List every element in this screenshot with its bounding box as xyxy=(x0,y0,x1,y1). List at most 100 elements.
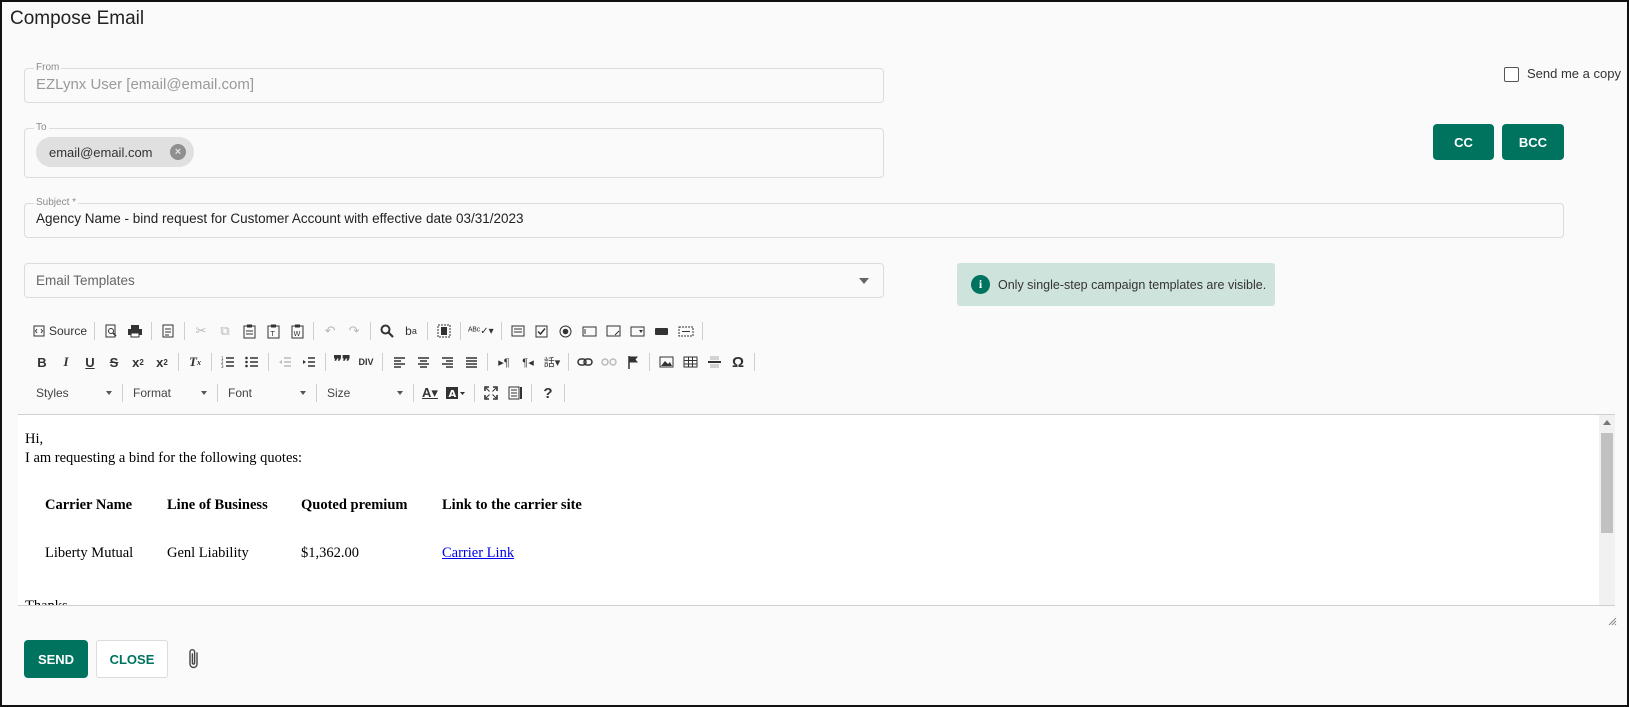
select-field-icon[interactable] xyxy=(626,319,650,343)
subject-field[interactable]: Subject * Agency Name - bind request for… xyxy=(24,196,1564,238)
cut-icon[interactable]: ✂ xyxy=(189,319,213,343)
table-icon[interactable] xyxy=(678,350,702,374)
redo-icon[interactable]: ↷ xyxy=(342,319,366,343)
horizontal-line-icon[interactable] xyxy=(702,350,726,374)
remove-format-icon[interactable]: Tx xyxy=(183,350,207,374)
form-icon[interactable] xyxy=(506,319,530,343)
indent-icon[interactable] xyxy=(297,350,321,374)
image-icon[interactable] xyxy=(654,350,678,374)
subject-value: Agency Name - bind request for Customer … xyxy=(36,211,524,226)
carrier-link[interactable]: Carrier Link xyxy=(442,545,514,562)
size-combo-label: Size xyxy=(327,386,351,400)
bulleted-list-icon[interactable] xyxy=(240,350,264,374)
info-icon: i xyxy=(971,275,990,294)
scroll-up-icon[interactable] xyxy=(1603,420,1611,425)
send-button[interactable]: SEND xyxy=(24,640,88,678)
strikethrough-icon[interactable]: S xyxy=(102,350,126,374)
justify-icon[interactable] xyxy=(459,350,483,374)
chevron-down-icon xyxy=(106,391,112,395)
format-combo[interactable]: Format xyxy=(127,382,213,404)
table-header: Line of Business xyxy=(167,497,268,513)
align-right-icon[interactable] xyxy=(435,350,459,374)
superscript-icon[interactable]: x2 xyxy=(150,350,174,374)
toolbar-separator xyxy=(413,384,414,402)
size-combo[interactable]: Size xyxy=(321,382,409,404)
spellcheck-icon[interactable]: ᴬᴮᶜ✓▾ xyxy=(465,319,497,343)
select-all-icon[interactable] xyxy=(432,319,456,343)
table-cell: Liberty Mutual xyxy=(45,545,134,561)
toolbar-separator xyxy=(649,353,650,371)
toolbar-separator xyxy=(122,384,123,402)
chevron-down-icon xyxy=(300,391,306,395)
templates-info-text: Only single-step campaign templates are … xyxy=(998,277,1267,292)
bcc-button[interactable]: BCC xyxy=(1502,124,1564,160)
toolbar-separator xyxy=(531,384,532,402)
editor-toolbar-row-3: Styles Format Font Size A▾ A ? xyxy=(30,380,569,406)
language-icon[interactable]: 話▾ xyxy=(540,350,564,374)
div-container-icon[interactable]: DIV xyxy=(354,350,378,374)
subscript-icon[interactable]: x2 xyxy=(126,350,150,374)
resize-grip-icon[interactable] xyxy=(1607,616,1617,626)
paste-word-icon[interactable]: W xyxy=(285,319,309,343)
to-field[interactable]: To email@email.com × xyxy=(24,121,884,178)
editor-toolbar-row-1: Source ✂ ⧉ T W ↶ ↷ ba ᴬᴮᶜ✓▾ xyxy=(30,318,707,344)
bold-icon[interactable]: B xyxy=(30,350,54,374)
align-center-icon[interactable] xyxy=(411,350,435,374)
special-character-icon[interactable]: Ω xyxy=(726,350,750,374)
copy-icon[interactable]: ⧉ xyxy=(213,319,237,343)
paste-icon[interactable] xyxy=(237,319,261,343)
find-icon[interactable] xyxy=(375,319,399,343)
editor-toolbar-row-2: B I U S x2 x2 Tx 123 ❞❞ DIV ▸¶ ¶◂ 話▾ Ω xyxy=(30,349,759,375)
toolbar-separator xyxy=(382,353,383,371)
from-field[interactable]: From EZLynx User [email@email.com] xyxy=(24,61,884,103)
cc-button[interactable]: CC xyxy=(1433,124,1494,160)
font-combo[interactable]: Font xyxy=(222,382,312,404)
help-icon[interactable]: ? xyxy=(536,381,560,405)
send-copy-checkbox[interactable] xyxy=(1504,67,1519,82)
italic-icon[interactable]: I xyxy=(54,350,78,374)
align-left-icon[interactable] xyxy=(387,350,411,374)
undo-icon[interactable]: ↶ xyxy=(318,319,342,343)
table-header: Carrier Name xyxy=(45,497,133,513)
button-field-icon[interactable] xyxy=(650,319,674,343)
email-templates-select[interactable]: Email Templates xyxy=(24,263,884,298)
toolbar-separator xyxy=(568,353,569,371)
radio-icon[interactable] xyxy=(554,319,578,343)
send-copy-label: Send me a copy xyxy=(1527,66,1621,81)
show-blocks-icon[interactable] xyxy=(503,381,527,405)
textarea-icon[interactable] xyxy=(602,319,626,343)
preview-icon[interactable] xyxy=(99,319,123,343)
editor-scrollbar[interactable] xyxy=(1599,415,1615,605)
toolbar-separator xyxy=(217,384,218,402)
link-icon[interactable] xyxy=(573,350,597,374)
scroll-thumb[interactable] xyxy=(1601,433,1613,533)
paste-text-icon[interactable]: T xyxy=(261,319,285,343)
table-header: Link to the carrier site xyxy=(442,497,582,513)
text-direction-ltr-icon[interactable]: ▸¶ xyxy=(492,350,516,374)
text-color-icon[interactable]: A▾ xyxy=(418,381,442,405)
email-body-editor[interactable]: Hi, I am requesting a bind for the follo… xyxy=(18,414,1615,606)
print-icon[interactable] xyxy=(123,319,147,343)
templates-icon[interactable] xyxy=(156,319,180,343)
maximize-icon[interactable] xyxy=(479,381,503,405)
hidden-field-icon[interactable] xyxy=(674,319,698,343)
background-color-icon[interactable]: A xyxy=(442,381,470,405)
remove-recipient-icon[interactable]: × xyxy=(170,144,186,160)
replace-icon[interactable]: ba xyxy=(399,319,423,343)
source-button[interactable]: Source xyxy=(30,319,90,343)
styles-combo-label: Styles xyxy=(36,386,69,400)
chevron-down-icon xyxy=(201,391,207,395)
text-field-icon[interactable] xyxy=(578,319,602,343)
checkbox-icon[interactable] xyxy=(530,319,554,343)
blockquote-icon[interactable]: ❞❞ xyxy=(330,350,354,374)
outdent-icon[interactable] xyxy=(273,350,297,374)
paperclip-icon[interactable] xyxy=(186,647,202,671)
styles-combo[interactable]: Styles xyxy=(30,382,118,404)
unlink-icon[interactable] xyxy=(597,350,621,374)
close-button[interactable]: CLOSE xyxy=(96,640,168,678)
underline-icon[interactable]: U xyxy=(78,350,102,374)
text-direction-rtl-icon[interactable]: ¶◂ xyxy=(516,350,540,374)
anchor-flag-icon[interactable] xyxy=(621,350,645,374)
format-combo-label: Format xyxy=(133,386,172,400)
numbered-list-icon[interactable]: 123 xyxy=(216,350,240,374)
